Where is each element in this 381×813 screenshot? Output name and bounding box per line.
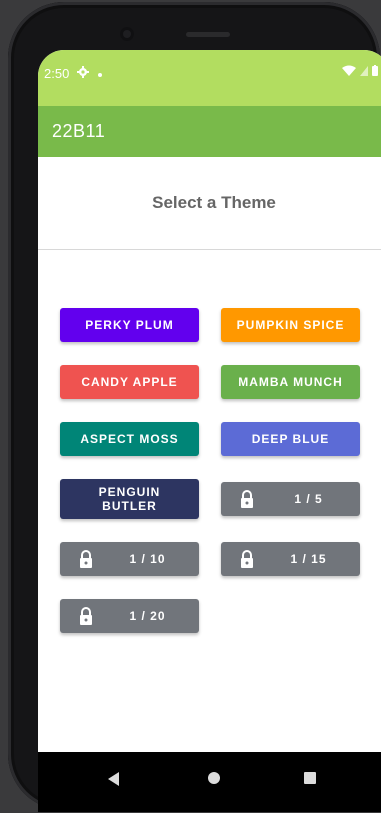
theme-button-candy-apple[interactable]: CANDY APPLE <box>60 365 199 399</box>
back-triangle-icon[interactable] <box>108 772 119 786</box>
theme-button-deep-blue[interactable]: DEEP BLUE <box>221 422 360 456</box>
locked-theme-button-1-10[interactable]: 1 / 10 <box>60 542 199 576</box>
app-screen: 2:50 22B11 Select a Theme PERKY PLUM PUM… <box>38 50 381 812</box>
app-bar: 22B11 <box>38 106 381 157</box>
locked-theme-button-1-15[interactable]: 1 / 15 <box>221 542 360 576</box>
theme-button-pumpkin-spice[interactable]: PUMPKIN SPICE <box>221 308 360 342</box>
theme-label: PERKY PLUM <box>85 318 174 332</box>
lock-progress-label: 1 / 20 <box>129 609 166 623</box>
lock-icon <box>78 607 94 625</box>
theme-button-penguin-butler[interactable]: PENGUIN BUTLER <box>60 479 199 519</box>
theme-button-mamba-munch[interactable]: MAMBA MUNCH <box>221 365 360 399</box>
earpiece-speaker <box>186 32 230 37</box>
theme-label: ASPECT MOSS <box>80 432 179 446</box>
system-nav-bar <box>38 752 381 812</box>
app-title: 22B11 <box>52 121 106 141</box>
battery-icon <box>372 64 378 79</box>
theme-label: DEEP BLUE <box>251 432 330 446</box>
wifi-icon <box>342 64 356 79</box>
status-bar: 2:50 <box>38 50 381 106</box>
theme-header: Select a Theme <box>38 157 381 250</box>
lock-progress-label: 1 / 10 <box>129 552 166 566</box>
front-camera <box>120 27 134 41</box>
theme-button-aspect-moss[interactable]: ASPECT MOSS <box>60 422 199 456</box>
locked-theme-button-1-20[interactable]: 1 / 20 <box>60 599 199 633</box>
phone-frame: 2:50 22B11 Select a Theme PERKY PLUM PUM… <box>8 2 381 812</box>
gear-icon <box>77 66 90 81</box>
theme-label: MAMBA MUNCH <box>238 375 343 389</box>
theme-label: CANDY APPLE <box>81 375 178 389</box>
status-right <box>342 64 378 79</box>
cell-signal-icon <box>360 64 368 79</box>
theme-button-perky-plum[interactable]: PERKY PLUM <box>60 308 199 342</box>
page-title: Select a Theme <box>152 193 276 212</box>
status-left: 2:50 <box>44 66 103 81</box>
lock-icon <box>239 550 255 568</box>
status-time: 2:50 <box>44 66 70 81</box>
home-circle-icon[interactable] <box>208 772 220 784</box>
recents-square-icon[interactable] <box>304 772 316 784</box>
locked-theme-button-1-5[interactable]: 1 / 5 <box>221 482 360 516</box>
notification-dot-icon <box>97 66 103 81</box>
lock-progress-label: 1 / 5 <box>294 492 323 506</box>
theme-label: PENGUIN BUTLER <box>98 485 161 513</box>
lock-progress-label: 1 / 15 <box>290 552 327 566</box>
theme-label: PUMPKIN SPICE <box>236 318 345 332</box>
lock-icon <box>239 490 255 508</box>
lock-icon <box>78 550 94 568</box>
